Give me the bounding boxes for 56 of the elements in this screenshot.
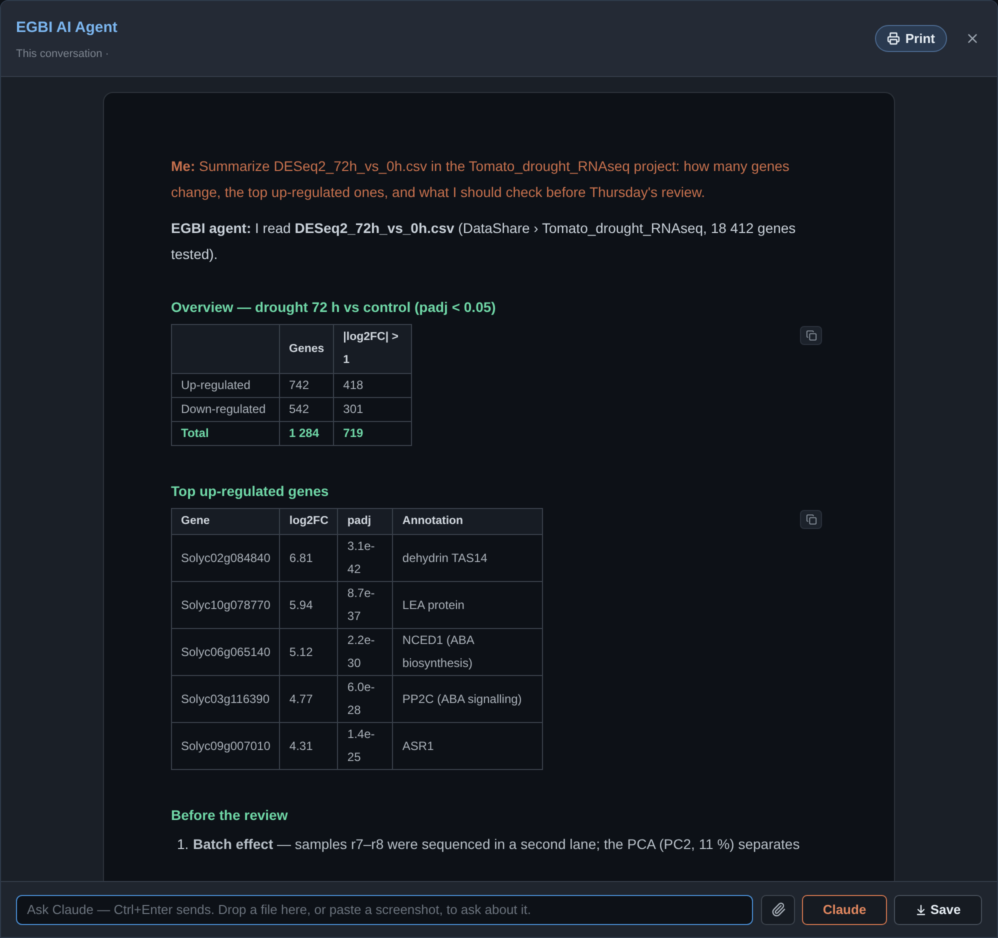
model-button[interactable]: Claude xyxy=(802,894,887,924)
save-button[interactable]: Save xyxy=(894,894,982,924)
table-cell: 8.7e-37 xyxy=(338,582,393,628)
column-header: Genes xyxy=(280,324,334,374)
copy-button[interactable] xyxy=(800,510,822,529)
table-cell: 3.1e-42 xyxy=(338,534,393,582)
copy-button[interactable] xyxy=(800,326,822,345)
column-header: log2FC xyxy=(280,508,338,534)
column-header: Annotation xyxy=(392,508,543,534)
total-cell: 1 284 xyxy=(280,422,334,446)
table-cell: NCED1 (ABA biosynthesis) xyxy=(392,628,543,676)
table-cell: 6.81 xyxy=(280,534,338,582)
table-cell: 742 xyxy=(280,374,334,398)
table-cell: Solyc02g084840 xyxy=(172,534,280,582)
agent-message: EGBI agent: I read DESeq2_72h_vs_0h.csv (DataShare › Tomato_drought_RNAseq, 18 412 genes tested). xyxy=(171,219,797,264)
printer-icon xyxy=(887,32,900,45)
paperclip-icon xyxy=(770,902,786,917)
table-cell: 2.2e-30 xyxy=(338,628,393,676)
table-cell: 418 xyxy=(334,374,412,398)
table-cell: 4.77 xyxy=(280,676,338,722)
column-header: Gene xyxy=(172,508,280,534)
total-label-cell: Total xyxy=(172,422,280,446)
table-cell: Solyc09g007010 xyxy=(172,722,280,770)
window-subtitle: This conversation · xyxy=(16,46,110,62)
print-button[interactable]: Print xyxy=(875,25,947,52)
list-number: 1. xyxy=(177,835,190,854)
table-cell: 6.0e-28 xyxy=(338,676,393,722)
total-cell: 719 xyxy=(334,422,412,446)
table-cell: Solyc06g065140 xyxy=(172,628,280,676)
user-message: Me: Summarize DESeq2_72h_vs_0h.csv in the Tomato_drought_RNAseq project: how many genes change, the top up-regulated ones, and what I should check before Thursday's review. xyxy=(171,157,790,202)
row-label-cell: Up-regulated xyxy=(172,374,280,398)
window-title: EGBI AI Agent xyxy=(16,18,118,38)
message-input[interactable]: Ask Claude — Ctrl+Enter sends. Drop a file here, or paste a screenshot, to ask about it. xyxy=(16,894,753,924)
section-heading: Before the review xyxy=(171,806,289,825)
table-cell: 301 xyxy=(334,398,412,422)
table-cell: 1.4e-25 xyxy=(338,722,393,770)
attach-button[interactable] xyxy=(761,894,795,924)
list-item-text: Batch effect — samples r7–r8 were sequenced in a second lane; the PCA (PC2, 11 %) separates xyxy=(193,835,800,854)
table-cell: 4.31 xyxy=(280,722,338,770)
column-header: |log2FC| > 1 xyxy=(334,324,412,374)
download-icon xyxy=(915,904,928,916)
table-cell: PP2C (ABA signalling) xyxy=(392,676,543,722)
copy-icon xyxy=(806,330,816,341)
table-cell: 5.94 xyxy=(280,582,338,628)
table-cell: LEA protein xyxy=(392,582,543,628)
table-cell: 5.12 xyxy=(280,628,338,676)
table-cell: Solyc03g116390 xyxy=(172,676,280,722)
row-label-cell: Down-regulated xyxy=(172,398,280,422)
table-cell: Solyc10g078770 xyxy=(172,582,280,628)
table-cell: 542 xyxy=(280,398,334,422)
copy-icon xyxy=(806,514,816,525)
section-heading: Overview — drought 72 h vs control (padj < 0.05) xyxy=(171,298,497,317)
column-header: padj xyxy=(338,508,393,534)
table-cell: dehydrin TAS14 xyxy=(392,534,543,582)
table-cell: ASR1 xyxy=(392,722,543,770)
section-heading: Top up-regulated genes xyxy=(171,482,330,501)
